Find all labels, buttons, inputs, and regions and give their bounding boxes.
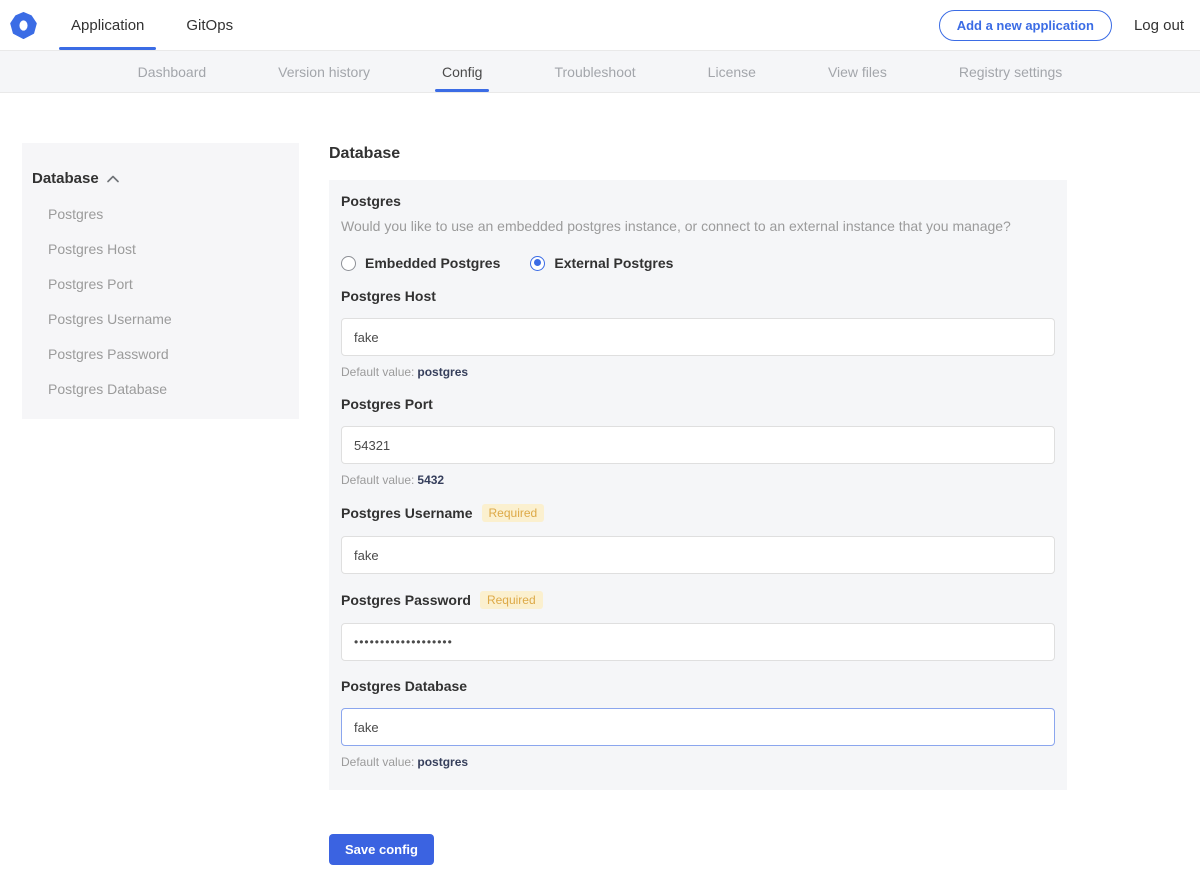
subnav-registry-settings[interactable]: Registry settings — [952, 51, 1069, 92]
sidebar-item-postgres-port[interactable]: Postgres Port — [32, 276, 283, 292]
postgres-help-text: Would you like to use an embedded postgr… — [341, 218, 1055, 234]
config-item-postgres-database: Postgres Database Default value:postgres — [341, 678, 1055, 769]
chevron-up-icon — [107, 175, 119, 183]
sidebar-group-label: Database — [32, 170, 99, 187]
radio-circle-icon — [341, 256, 356, 271]
sidebar-group-database[interactable]: Database — [32, 170, 283, 187]
sidebar-item-postgres-password[interactable]: Postgres Password — [32, 346, 283, 362]
sidebar-item-list: Postgres Postgres Host Postgres Port Pos… — [32, 206, 283, 397]
logout-link[interactable]: Log out — [1134, 17, 1184, 34]
default-value: postgres — [417, 755, 468, 769]
config-item-postgres: Postgres Would you like to use an embedd… — [341, 193, 1055, 271]
radio-circle-icon — [530, 256, 545, 271]
config-item-postgres-password: Postgres Password Required — [341, 591, 1055, 661]
postgres-host-default-helper: Default value:postgres — [341, 365, 1055, 379]
postgres-database-input[interactable] — [341, 708, 1055, 746]
header-tabs: Application GitOps — [57, 0, 261, 50]
postgres-database-default-helper: Default value:postgres — [341, 755, 1055, 769]
radio-external-postgres[interactable]: External Postgres — [530, 255, 673, 271]
app-subnav: Dashboard Version history Config Trouble… — [0, 50, 1200, 93]
postgres-password-input[interactable] — [341, 623, 1055, 661]
add-application-button[interactable]: Add a new application — [939, 10, 1112, 41]
sidebar-item-postgres-host[interactable]: Postgres Host — [32, 241, 283, 257]
postgres-username-label: Postgres Username — [341, 505, 473, 521]
section-title: Database — [329, 145, 1067, 163]
postgres-label: Postgres — [341, 193, 401, 209]
app-logo[interactable] — [10, 0, 37, 50]
subnav-config[interactable]: Config — [435, 51, 489, 92]
subnav-view-files[interactable]: View files — [821, 51, 894, 92]
subnav-dashboard[interactable]: Dashboard — [131, 51, 214, 92]
tab-gitops[interactable]: GitOps — [172, 0, 247, 50]
subnav-troubleshoot[interactable]: Troubleshoot — [547, 51, 642, 92]
radio-external-label: External Postgres — [554, 255, 673, 271]
database-config-panel: Postgres Would you like to use an embedd… — [329, 180, 1067, 790]
sidebar-item-postgres-database[interactable]: Postgres Database — [32, 381, 283, 397]
save-config-button[interactable]: Save config — [329, 834, 434, 865]
postgres-password-label: Postgres Password — [341, 592, 471, 608]
kots-logo-icon — [10, 12, 37, 39]
required-badge: Required — [480, 591, 543, 609]
tab-application[interactable]: Application — [57, 0, 158, 50]
config-item-postgres-username: Postgres Username Required — [341, 504, 1055, 574]
default-value: postgres — [417, 365, 468, 379]
radio-embedded-postgres[interactable]: Embedded Postgres — [341, 255, 500, 271]
postgres-port-default-helper: Default value:5432 — [341, 473, 1055, 487]
config-item-postgres-port: Postgres Port Default value:5432 — [341, 396, 1055, 487]
postgres-username-input[interactable] — [341, 536, 1055, 574]
top-header: Application GitOps Add a new application… — [0, 0, 1200, 50]
required-badge: Required — [482, 504, 545, 522]
postgres-host-input[interactable] — [341, 318, 1055, 356]
radio-embedded-label: Embedded Postgres — [365, 255, 500, 271]
sidebar-item-postgres-username[interactable]: Postgres Username — [32, 311, 283, 327]
header-right: Add a new application Log out — [939, 0, 1200, 50]
config-item-postgres-host: Postgres Host Default value:postgres — [341, 288, 1055, 379]
config-main: Database Postgres Would you like to use … — [329, 143, 1067, 865]
subnav-version-history[interactable]: Version history — [271, 51, 377, 92]
config-sidebar: Database Postgres Postgres Host Postgres… — [22, 143, 299, 419]
postgres-mode-radio-group: Embedded Postgres External Postgres — [341, 255, 1055, 271]
content-layout: Database Postgres Postgres Host Postgres… — [0, 93, 1200, 865]
postgres-host-label: Postgres Host — [341, 288, 436, 304]
postgres-port-label: Postgres Port — [341, 396, 433, 412]
postgres-port-input[interactable] — [341, 426, 1055, 464]
postgres-database-label: Postgres Database — [341, 678, 467, 694]
sidebar-item-postgres[interactable]: Postgres — [32, 206, 283, 222]
subnav-license[interactable]: License — [701, 51, 763, 92]
default-value: 5432 — [417, 473, 444, 487]
